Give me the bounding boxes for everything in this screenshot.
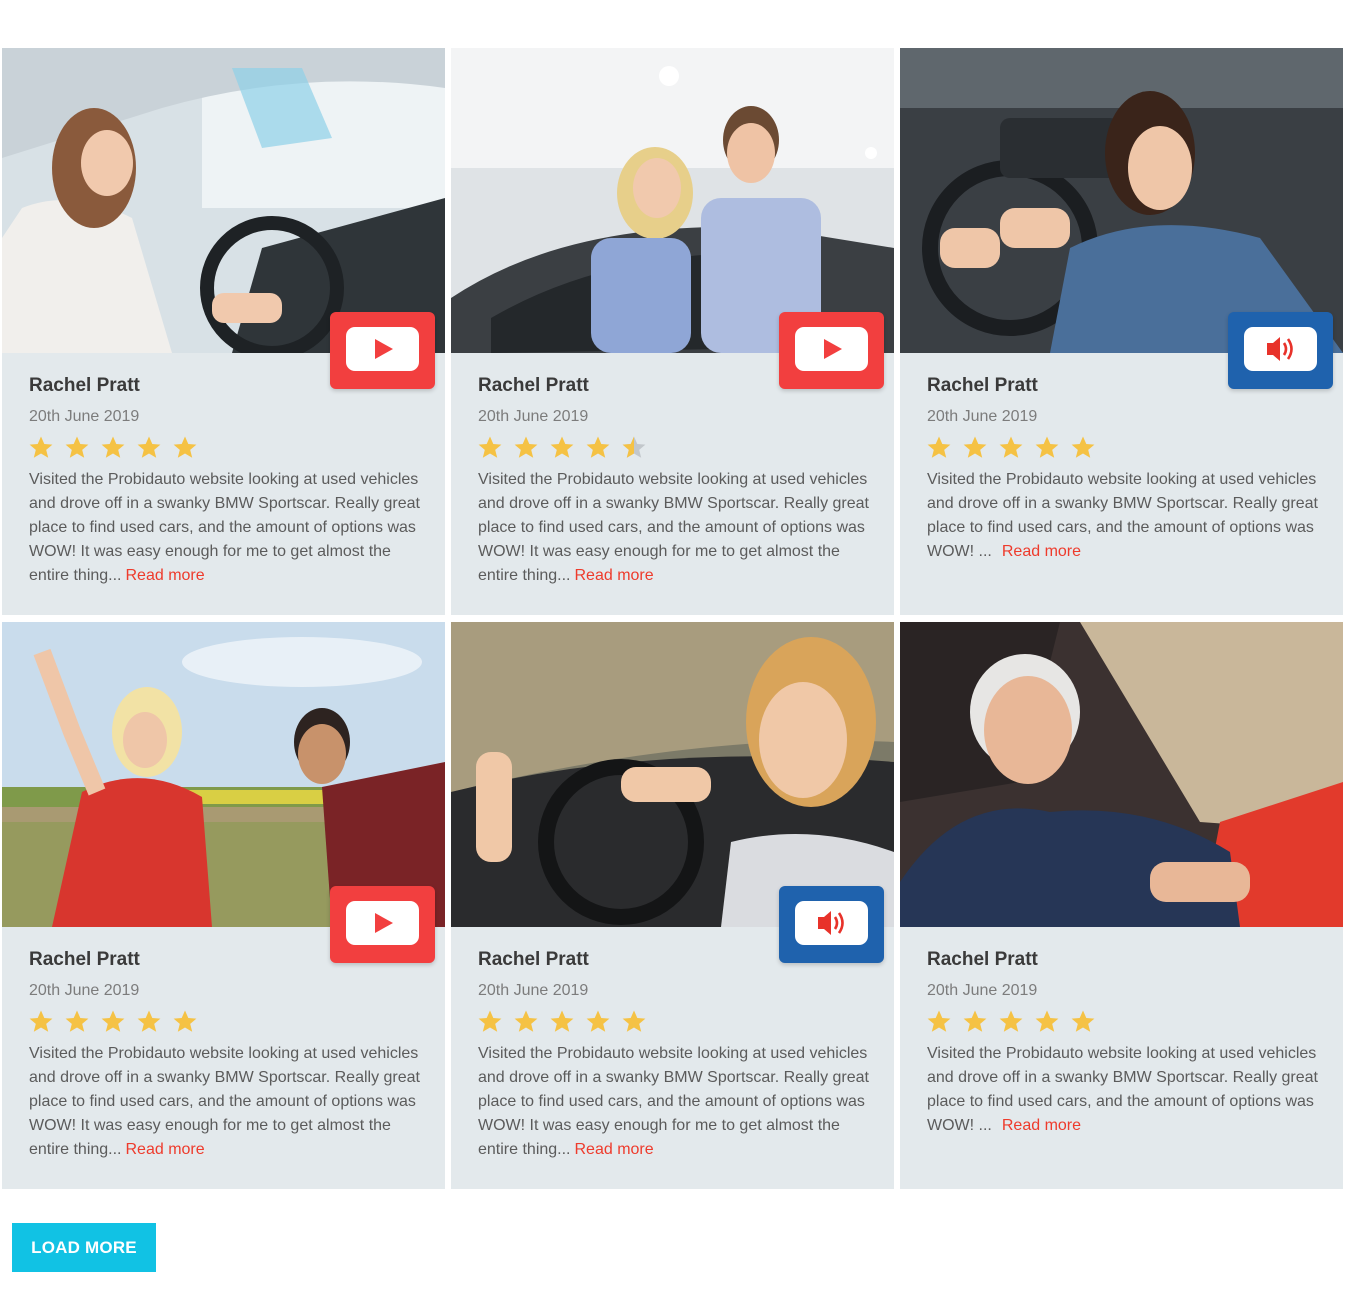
star-icon xyxy=(173,1010,197,1032)
review-photo xyxy=(900,622,1343,927)
star-icon xyxy=(927,436,951,458)
review-card: Rachel Pratt 20th June 2019 Visited the … xyxy=(2,622,445,1189)
star-icon xyxy=(514,1010,538,1032)
star-rating-svg xyxy=(478,436,646,458)
star-rating xyxy=(28,435,204,461)
review-text-block: Visited the Probidauto website looking a… xyxy=(478,468,870,588)
reviewer-name: Rachel Pratt xyxy=(927,375,1038,396)
review-text: Visited the Probidauto website looking a… xyxy=(29,471,420,584)
star-icon xyxy=(478,1010,502,1032)
reviewer-name: Rachel Pratt xyxy=(478,949,589,970)
star-icon xyxy=(963,1010,987,1032)
star-icon xyxy=(29,1010,53,1032)
star-rating xyxy=(477,1009,653,1035)
star-icon xyxy=(963,436,987,458)
play-video-button[interactable] xyxy=(779,312,884,389)
star-icon xyxy=(137,436,161,458)
speaker-icon xyxy=(1244,327,1317,371)
star-icon xyxy=(29,436,53,458)
star-icon xyxy=(101,1010,125,1032)
read-more-link[interactable]: Read more xyxy=(575,567,654,584)
star-icon xyxy=(1035,1010,1059,1032)
review-text-block: Visited the Probidauto website looking a… xyxy=(927,1042,1319,1138)
review-photo xyxy=(451,622,894,927)
review-card: Rachel Pratt 20th June 2019 Visited the … xyxy=(451,622,894,1189)
star-rating-svg xyxy=(927,1010,1095,1032)
review-date: 20th June 2019 xyxy=(29,982,140,999)
play-audio-button[interactable] xyxy=(1228,312,1333,389)
star-icon xyxy=(586,1010,610,1032)
star-rating-svg xyxy=(927,436,1095,458)
star-icon xyxy=(137,1010,161,1032)
play-icon xyxy=(795,327,868,371)
review-card: Rachel Pratt 20th June 2019 Visited the … xyxy=(451,48,894,615)
review-text-block: Visited the Probidauto website looking a… xyxy=(927,468,1319,564)
read-more-link[interactable]: Read more xyxy=(126,1141,205,1158)
star-icon xyxy=(173,436,197,458)
star-icon xyxy=(550,1010,574,1032)
review-date: 20th June 2019 xyxy=(478,982,589,999)
star-icon xyxy=(514,436,538,458)
review-text-block: Visited the Probidauto website looking a… xyxy=(478,1042,870,1162)
review-text: Visited the Probidauto website looking a… xyxy=(478,471,869,584)
review-text-block: Visited the Probidauto website looking a… xyxy=(29,468,421,588)
review-text: Visited the Probidauto website looking a… xyxy=(478,1045,869,1158)
review-text: Visited the Probidauto website looking a… xyxy=(29,1045,420,1158)
reviewer-name: Rachel Pratt xyxy=(29,375,140,396)
reviewer-name: Rachel Pratt xyxy=(478,375,589,396)
star-rating-svg xyxy=(478,1010,646,1032)
star-icon xyxy=(927,1010,951,1032)
reviewer-name: Rachel Pratt xyxy=(927,949,1038,970)
star-icon xyxy=(622,436,646,458)
star-rating-svg xyxy=(29,1010,197,1032)
star-icon xyxy=(101,436,125,458)
play-icon xyxy=(346,901,419,945)
star-icon xyxy=(586,436,610,458)
star-icon xyxy=(478,436,502,458)
play-audio-button[interactable] xyxy=(779,886,884,963)
star-icon xyxy=(1071,1010,1095,1032)
play-video-button[interactable] xyxy=(330,312,435,389)
star-icon xyxy=(550,436,574,458)
read-more-link[interactable]: Read more xyxy=(1002,1117,1081,1134)
review-text: Visited the Probidauto website looking a… xyxy=(927,1045,1318,1134)
speaker-icon xyxy=(795,901,868,945)
review-date: 20th June 2019 xyxy=(478,408,589,425)
review-date: 20th June 2019 xyxy=(927,982,1038,999)
review-card: Rachel Pratt 20th June 2019 Visited the … xyxy=(900,622,1343,1189)
review-date: 20th June 2019 xyxy=(29,408,140,425)
review-card: Rachel Pratt 20th June 2019 Visited the … xyxy=(2,48,445,615)
review-photo xyxy=(2,48,445,353)
read-more-link[interactable]: Read more xyxy=(126,567,205,584)
load-more-button[interactable]: LOAD MORE xyxy=(12,1223,156,1272)
review-photo xyxy=(900,48,1343,353)
star-icon xyxy=(65,436,89,458)
review-photo xyxy=(451,48,894,353)
star-icon xyxy=(1071,436,1095,458)
read-more-link[interactable]: Read more xyxy=(1002,543,1081,560)
review-date: 20th June 2019 xyxy=(927,408,1038,425)
play-video-button[interactable] xyxy=(330,886,435,963)
star-icon xyxy=(1035,436,1059,458)
review-text-block: Visited the Probidauto website looking a… xyxy=(29,1042,421,1162)
star-rating xyxy=(926,435,1102,461)
read-more-link[interactable]: Read more xyxy=(575,1141,654,1158)
star-rating-svg xyxy=(29,436,197,458)
star-rating xyxy=(477,435,653,461)
review-card: Rachel Pratt 20th June 2019 Visited the … xyxy=(900,48,1343,615)
star-rating xyxy=(28,1009,204,1035)
star-icon xyxy=(999,436,1023,458)
review-text: Visited the Probidauto website looking a… xyxy=(927,471,1318,560)
star-icon xyxy=(999,1010,1023,1032)
reviewer-name: Rachel Pratt xyxy=(29,949,140,970)
review-photo xyxy=(2,622,445,927)
star-icon xyxy=(65,1010,89,1032)
play-icon xyxy=(346,327,419,371)
star-icon xyxy=(622,1010,646,1032)
star-rating xyxy=(926,1009,1102,1035)
